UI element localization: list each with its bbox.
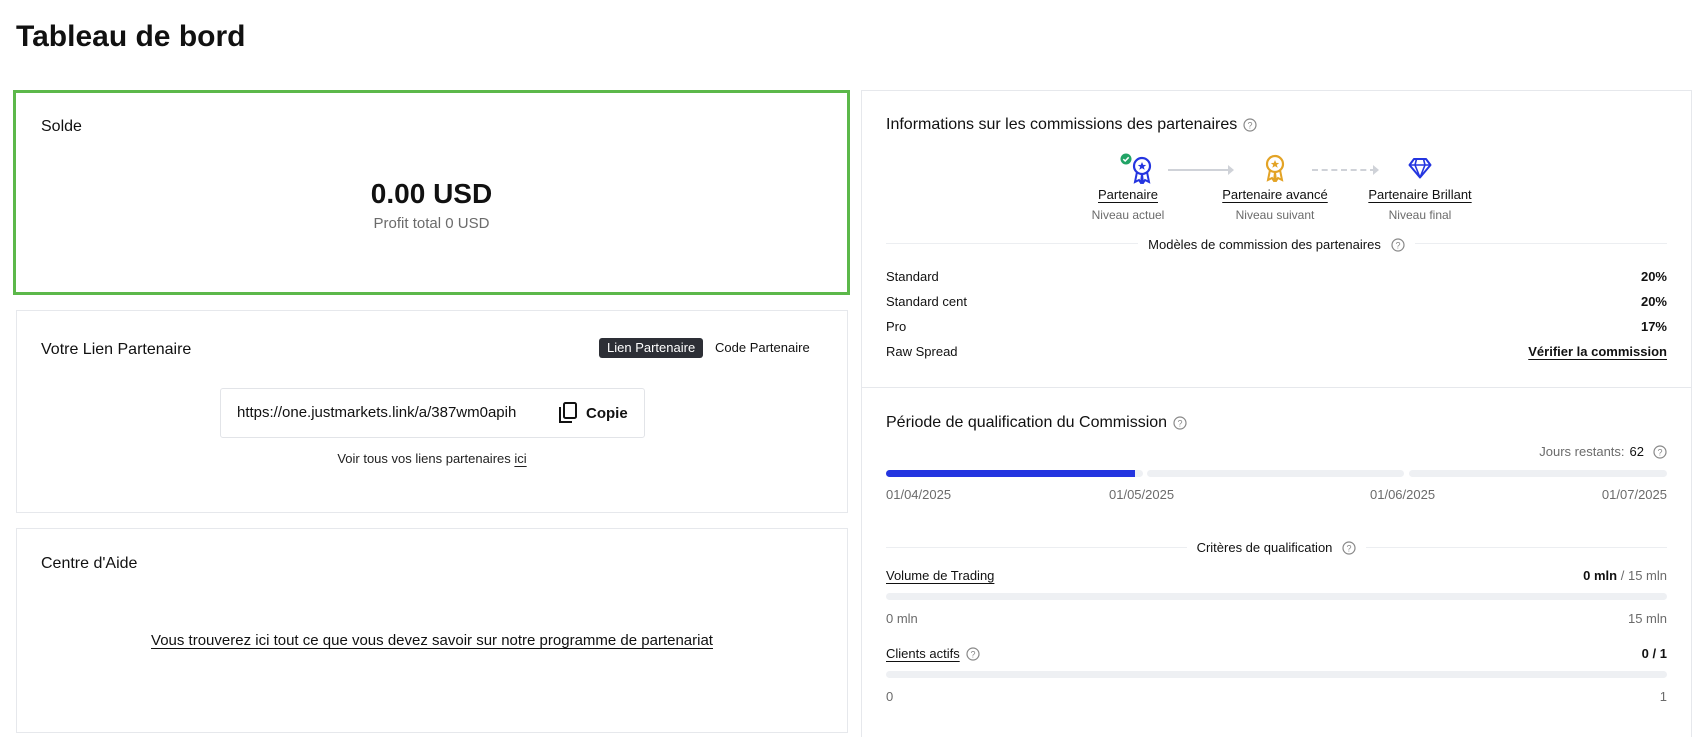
days-remaining-label: Jours restants: (1539, 444, 1625, 459)
help-icon[interactable]: ? (1342, 540, 1357, 555)
level-advanced-name[interactable]: Partenaire avancé (1201, 187, 1349, 202)
ribbon-medal-icon (1131, 156, 1153, 189)
period-date: 01/07/2025 (1601, 487, 1667, 502)
help-center-card: Centre d'Aide Vous trouverez ici tout ce… (16, 528, 848, 733)
trading-volume-min: 0 mln (886, 611, 918, 626)
help-center-title: Centre d'Aide (41, 555, 138, 572)
page-title: Tableau de bord (16, 20, 246, 53)
help-icon[interactable]: ? (1653, 444, 1667, 459)
level-partner-status: Niveau actuel (1091, 208, 1165, 222)
partner-link-url[interactable]: https://one.justmarkets.link/a/387wm0api… (237, 404, 516, 421)
model-label: Standard cent (886, 294, 967, 309)
period-date: 01/05/2025 (1109, 487, 1175, 502)
svg-text:?: ? (1248, 121, 1253, 131)
period-date: 01/06/2025 (1370, 487, 1436, 502)
trading-volume-max: 15 mln (1627, 611, 1667, 626)
model-label: Raw Spread (886, 344, 958, 359)
commission-header: Informations sur les commissions des par… (886, 116, 1257, 134)
trading-volume-bar (886, 593, 1667, 600)
commission-card: Informations sur les commissions des par… (861, 90, 1692, 388)
copy-label: Copie (586, 404, 628, 422)
balance-amount: 0.00 USD (370, 178, 493, 209)
models-title: Modèles de commission des partenaires (1148, 237, 1381, 252)
level-brilliant-name[interactable]: Partenaire Brillant (1344, 187, 1496, 202)
active-clients-header: Clients actifs ? (886, 646, 980, 661)
help-icon[interactable]: ? (1391, 237, 1405, 252)
help-icon[interactable]: ? (1173, 416, 1187, 430)
model-value: 17% (1640, 319, 1667, 334)
copy-icon (558, 402, 578, 424)
active-clients-value: 0 / 1 (1642, 646, 1667, 661)
svg-text:?: ? (970, 649, 975, 659)
model-value: 20% (1640, 269, 1667, 284)
trading-volume-current: 0 mln (1583, 568, 1618, 583)
period-segment (1409, 470, 1667, 477)
help-icon[interactable]: ? (966, 646, 980, 661)
period-progress-fill (886, 470, 1136, 477)
total-profit: Profit total 0 USD (373, 215, 490, 232)
see-all-links: Voir tous vos liens partenaires ici (17, 451, 847, 466)
partner-link-title: Votre Lien Partenaire (41, 341, 192, 358)
model-label: Standard (886, 269, 939, 284)
active-clients-link[interactable]: Clients actifs (886, 646, 960, 661)
see-all-link[interactable]: ici (514, 451, 526, 466)
balance-card: Solde 0.00 USD Profit total 0 USD (13, 90, 850, 295)
svg-text:?: ? (1347, 543, 1352, 553)
active-clients-target: / 1 (1652, 646, 1667, 661)
see-all-text: Voir tous vos liens partenaires (337, 451, 511, 466)
active-clients-min: 0 (886, 689, 894, 704)
svg-text:?: ? (1657, 447, 1662, 457)
partner-link-card: Votre Lien Partenaire Lien Partenaire Co… (16, 310, 848, 513)
model-value: 20% (1640, 294, 1667, 309)
level-advanced-status: Niveau suivant (1235, 208, 1315, 222)
help-icon[interactable]: ? (1243, 118, 1257, 132)
qualification-card: Période de qualification du Commission ?… (861, 387, 1692, 737)
qualification-title: Période de qualification du Commission (886, 414, 1168, 431)
level-partner-name[interactable]: Partenaire (1058, 187, 1198, 202)
period-segment (886, 470, 1143, 477)
active-clients-bar (886, 671, 1667, 678)
arrow-icon (1373, 165, 1379, 175)
balance-title: Solde (41, 118, 82, 135)
models-header: Modèles de commission des partenaires ? (862, 236, 1691, 254)
copy-button[interactable]: Copie (558, 402, 628, 424)
model-label: Pro (886, 319, 907, 334)
trading-volume-target: / 15 mln (1620, 568, 1667, 583)
trading-volume-value: 0 mln / 15 mln (1583, 568, 1667, 583)
period-date: 01/04/2025 (886, 487, 952, 502)
level-brilliant-text: Partenaire Brillant Niveau final (1344, 187, 1496, 222)
trading-volume-link[interactable]: Volume de Trading (886, 568, 994, 583)
level-advanced-text: Partenaire avancé Niveau suivant (1201, 187, 1349, 222)
diamond-icon (1408, 157, 1432, 184)
gold-medal-icon (1264, 154, 1286, 187)
help-center-link[interactable]: Vous trouverez ici tout ce que vous deve… (17, 632, 847, 649)
commission-title: Informations sur les commissions des par… (886, 116, 1238, 133)
arrow-icon (1228, 165, 1234, 175)
qualification-header: Période de qualification du Commission ? (886, 414, 1187, 432)
period-segment (1147, 470, 1404, 477)
check-commission-link[interactable]: Vérifier la commission (1528, 344, 1667, 359)
svg-text:?: ? (1395, 240, 1400, 250)
svg-text:?: ? (1178, 419, 1183, 429)
level-connector-line (1168, 169, 1232, 171)
partner-link-field: https://one.justmarkets.link/a/387wm0api… (220, 388, 645, 438)
active-clients-max: 1 (1659, 689, 1667, 704)
tab-partner-code[interactable]: Code Partenaire (715, 338, 810, 358)
level-connector-dashed (1312, 169, 1376, 171)
days-remaining-value: 62 (1629, 444, 1644, 459)
level-brilliant-status: Niveau final (1388, 208, 1452, 222)
active-clients-current: 0 (1641, 646, 1649, 661)
level-partner-text: Partenaire Niveau actuel (1058, 187, 1198, 222)
days-remaining: Jours restants: 62 ? (1539, 444, 1667, 459)
criteria-header: Critères de qualification ? (862, 539, 1691, 557)
tab-partner-link[interactable]: Lien Partenaire (599, 338, 704, 358)
criteria-title: Critères de qualification (1196, 540, 1333, 555)
